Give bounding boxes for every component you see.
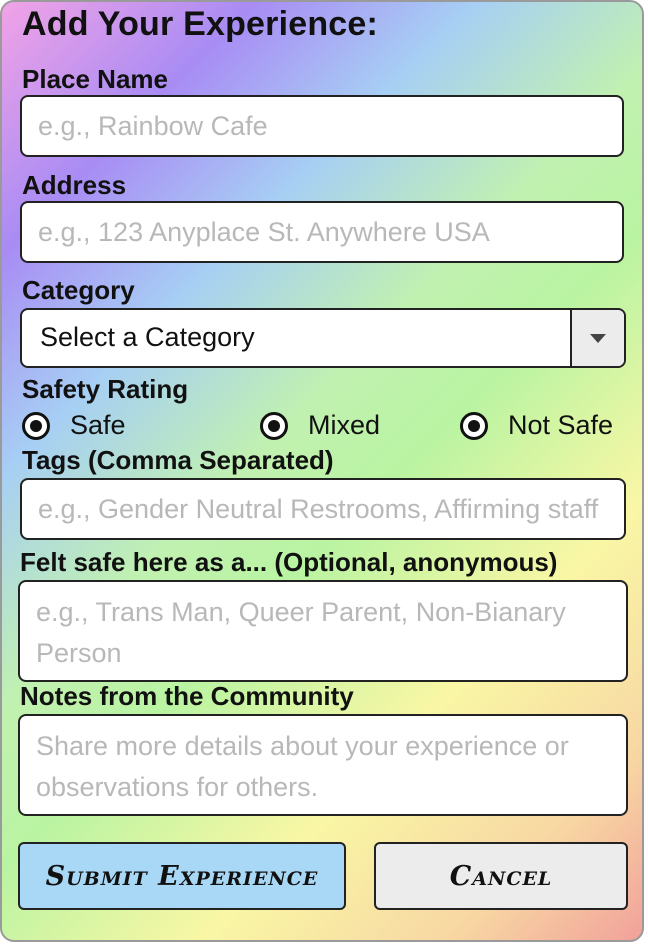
place-name-input[interactable]: [20, 95, 624, 157]
form-title: Add Your Experience:: [22, 5, 379, 43]
chevron-down-icon: [590, 334, 606, 343]
radio-safe-label: Safe: [70, 410, 126, 440]
radio-dot-icon: [30, 419, 42, 432]
category-dropdown-toggle[interactable]: [570, 310, 624, 366]
identity-label: Felt safe here as a... (Optional, anonym…: [20, 547, 558, 577]
address-label: Address: [22, 170, 127, 200]
radio-not-safe-label: Not Safe: [508, 410, 614, 440]
radio-not-safe-circle[interactable]: [460, 411, 488, 440]
radio-dot-icon: [268, 419, 280, 432]
radio-safe-circle[interactable]: [22, 411, 50, 440]
submit-experience-button[interactable]: Submit Experience: [18, 842, 346, 910]
radio-dot-icon: [468, 419, 480, 432]
identity-textarea[interactable]: [18, 580, 628, 682]
radio-mixed-label: Mixed: [308, 410, 381, 440]
address-input[interactable]: [20, 201, 624, 263]
radio-safe[interactable]: Safe: [22, 410, 126, 441]
radio-not-safe[interactable]: Not Safe: [460, 410, 613, 441]
notes-label: Notes from the Community: [20, 681, 354, 711]
radio-mixed[interactable]: Mixed: [260, 410, 380, 441]
safety-rating-label: Safety Rating: [22, 374, 189, 404]
notes-textarea[interactable]: [18, 714, 628, 816]
tags-input[interactable]: [20, 478, 626, 540]
category-label: Category: [22, 275, 135, 305]
category-selected-value: Select a Category: [40, 322, 255, 352]
cancel-button[interactable]: Cancel: [374, 842, 628, 910]
place-name-label: Place Name: [22, 64, 168, 94]
tags-label: Tags (Comma Separated): [22, 445, 334, 475]
add-experience-form: Add Your Experience: Place Name Address …: [0, 0, 644, 942]
radio-mixed-circle[interactable]: [260, 411, 288, 440]
category-select[interactable]: Select a Category: [20, 308, 626, 368]
